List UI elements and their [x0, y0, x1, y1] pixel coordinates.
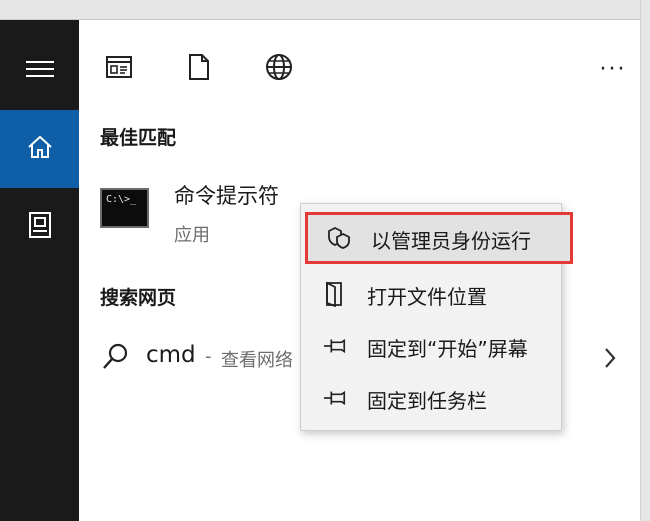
menu-item-label: 固定到任务栏 — [367, 389, 487, 413]
pin-icon — [323, 387, 347, 409]
document-icon — [187, 53, 211, 85]
window-top-strip — [0, 0, 650, 20]
open-folder-icon — [323, 281, 347, 307]
context-menu: 以管理员身份运行 打开文件位置 固定到“开始”屏幕 固定到任务栏 — [300, 203, 573, 431]
more-options-button[interactable]: ··· — [593, 51, 633, 87]
hamburger-menu-icon — [25, 59, 54, 83]
menu-item-run-as-admin[interactable]: 以管理员身份运行 — [305, 212, 573, 264]
sidebar-item-documents[interactable] — [0, 188, 79, 266]
result-type: 应用 — [174, 225, 210, 246]
filter-apps-button[interactable] — [101, 51, 137, 87]
start-sidebar — [0, 20, 79, 521]
menu-item-label: 打开文件位置 — [367, 285, 487, 309]
best-match-heading: 最佳匹配 — [100, 127, 177, 149]
menu-item-pin-to-taskbar[interactable]: 固定到任务栏 — [301, 372, 561, 424]
result-title: 命令提示符 — [174, 184, 279, 208]
pin-icon — [323, 335, 347, 357]
documents-icon — [28, 211, 52, 243]
sidebar-item-home[interactable] — [0, 110, 79, 188]
web-query-suffix: 查看网络 — [221, 350, 293, 371]
filter-documents-button[interactable] — [181, 51, 217, 87]
menu-item-open-file-location[interactable]: 打开文件位置 — [301, 268, 561, 320]
search-icon — [101, 341, 131, 375]
window-right-edge — [640, 0, 650, 521]
menu-item-pin-to-start[interactable]: 固定到“开始”屏幕 — [301, 320, 561, 372]
menu-item-label: 以管理员身份运行 — [371, 229, 531, 253]
web-separator: - — [205, 346, 212, 367]
menu-item-label: 固定到“开始”屏幕 — [367, 337, 528, 361]
web-query-text: cmd — [146, 342, 196, 368]
search-web-heading: 搜索网页 — [100, 287, 177, 309]
menu-button[interactable] — [0, 32, 79, 110]
web-globe-icon — [265, 53, 293, 85]
chevron-right-icon[interactable] — [603, 346, 617, 374]
apps-icon — [105, 55, 133, 83]
command-prompt-icon: C:\>_ — [100, 188, 149, 228]
home-icon — [27, 135, 53, 163]
shield-icon — [327, 226, 351, 249]
filter-web-button[interactable] — [261, 51, 297, 87]
